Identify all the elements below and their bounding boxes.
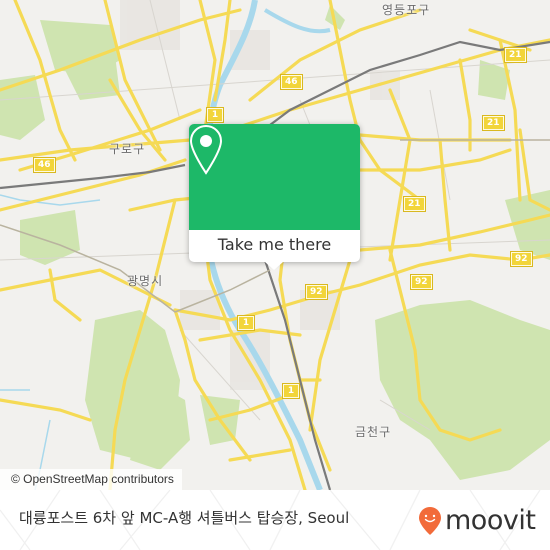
route-shield-21: 21	[482, 115, 505, 131]
route-shield-92: 92	[510, 251, 533, 267]
route-shield-1: 1	[282, 383, 300, 399]
location-popup: Take me there	[189, 124, 360, 270]
map-attribution: © OpenStreetMap contributors	[0, 469, 182, 490]
route-shield-46: 46	[33, 157, 56, 173]
moovit-wordmark: moovit	[445, 505, 536, 536]
location-pin-icon	[189, 124, 223, 175]
take-me-there-button[interactable]: Take me there	[189, 230, 360, 262]
map-view[interactable]: 영등포구 구로구 광명시 금천구 46 46 1 21 21 21 92 92 …	[0, 0, 550, 490]
district-label-yeongdeungpo: 영등포구	[382, 3, 431, 17]
stop-title: 대륭포스트 6차 앞 MC-A행 셔틀버스 탑승장, Seoul	[19, 509, 350, 527]
district-label-guro: 구로구	[109, 142, 146, 156]
popup-pointer	[265, 262, 283, 270]
route-shield-1: 1	[206, 107, 224, 123]
popup-header	[189, 124, 360, 230]
footer: 대륭포스트 6차 앞 MC-A행 셔틀버스 탑승장, Seoul moovit	[0, 490, 550, 550]
route-shield-92: 92	[410, 274, 433, 290]
district-label-geumcheon: 금천구	[355, 425, 392, 439]
route-shield-21: 21	[403, 196, 426, 212]
route-shield-46: 46	[280, 74, 303, 90]
route-shield-1: 1	[237, 315, 255, 331]
route-shield-92: 92	[305, 284, 328, 300]
district-label-gwangmyeong: 광명시	[127, 274, 164, 288]
route-shield-21: 21	[504, 47, 527, 63]
moovit-pin-icon	[419, 507, 441, 535]
moovit-logo[interactable]: moovit	[418, 504, 536, 538]
